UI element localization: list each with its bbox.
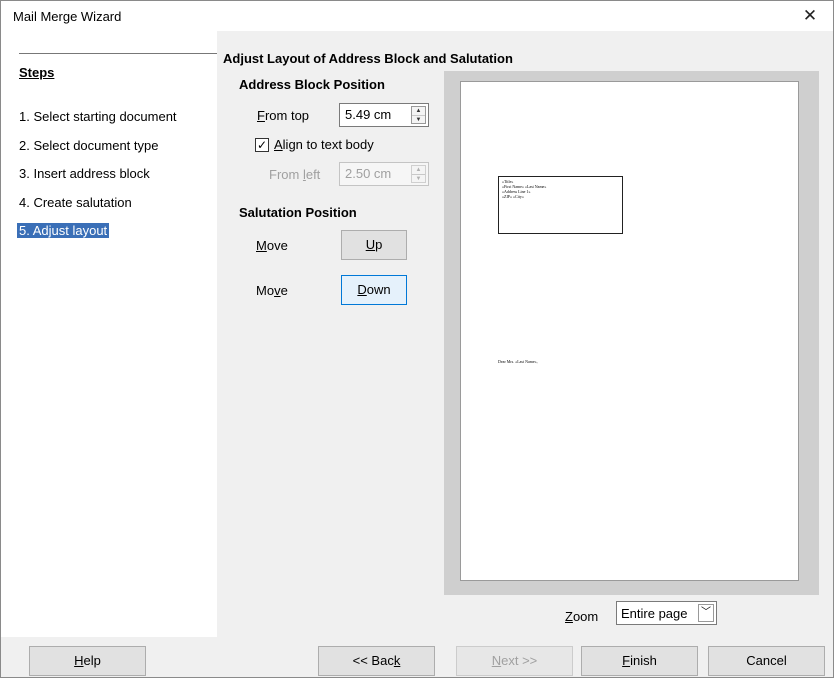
steps-title: Steps — [19, 65, 55, 80]
from-left-label: From left — [269, 167, 321, 182]
from-top-label: From top — [257, 108, 310, 123]
from-left-spinbox: 2.50 cm ▲ ▼ — [339, 162, 429, 186]
preview-salutation: Dear Mrs. «Last Name», — [498, 359, 538, 364]
step-create-salutation[interactable]: 4. Create salutation — [19, 195, 132, 210]
preview-address-line: «ZIP» «City» — [502, 194, 524, 199]
title-bar: Mail Merge Wizard ✕ — [1, 1, 833, 31]
mail-merge-wizard-dialog: Mail Merge Wizard ✕ Steps 1. Select star… — [0, 0, 834, 678]
from-top-value: 5.49 cm — [345, 107, 392, 122]
zoom-label: Zoom — [565, 609, 599, 624]
next-button: Next >> — [456, 646, 573, 676]
finish-button[interactable]: Finish — [581, 646, 698, 676]
preview-address-block[interactable]: «Title» «First Name» «Last Name» «Addres… — [498, 176, 623, 234]
steps-panel: Steps 1. Select starting document 2. Sel… — [1, 31, 217, 637]
salutation-position-heading: Salutation Position — [239, 205, 357, 220]
spin-up-icon[interactable]: ▲ — [412, 107, 425, 115]
back-button[interactable]: << Back — [318, 646, 435, 676]
step-adjust-layout[interactable]: 5. Adjust layout — [17, 223, 110, 238]
from-top-spin-buttons: ▲ ▼ — [411, 106, 426, 124]
from-left-spin-buttons: ▲ ▼ — [411, 165, 426, 183]
step-select-starting-document[interactable]: 1. Select starting document — [19, 109, 177, 124]
page-title: Adjust Layout of Address Block and Salut… — [223, 51, 513, 66]
zoom-value: Entire page — [621, 606, 688, 621]
from-left-value: 2.50 cm — [345, 166, 392, 181]
address-block-position-heading: Address Block Position — [239, 77, 385, 92]
layout-preview: «Title» «First Name» «Last Name» «Addres… — [444, 71, 819, 595]
spin-down-icon[interactable]: ▼ — [412, 115, 425, 123]
move-up-button[interactable]: Up — [341, 230, 407, 260]
align-to-text-body-label: Align to text body — [274, 137, 374, 152]
move-down-label: Move — [256, 283, 288, 298]
zoom-dropdown[interactable]: Entire page ﹀ — [616, 601, 717, 625]
spin-up-icon: ▲ — [415, 167, 422, 173]
steps-divider — [19, 53, 217, 54]
step-insert-address-block[interactable]: 3. Insert address block — [19, 166, 150, 181]
align-to-text-body-checkbox[interactable]: ✓ — [255, 138, 269, 152]
spin-down-icon: ▼ — [412, 174, 425, 182]
move-up-label: Move — [256, 238, 288, 253]
chevron-down-icon[interactable]: ﹀ — [698, 604, 714, 622]
move-down-button[interactable]: Down — [341, 275, 407, 305]
close-icon[interactable]: ✕ — [787, 1, 833, 31]
help-button[interactable]: Help — [29, 646, 146, 676]
step-select-document-type[interactable]: 2. Select document type — [19, 138, 158, 153]
cancel-button[interactable]: Cancel — [708, 646, 825, 676]
window-title: Mail Merge Wizard — [13, 9, 122, 24]
preview-page: «Title» «First Name» «Last Name» «Addres… — [460, 81, 799, 581]
from-top-spinbox[interactable]: 5.49 cm ▲ ▼ — [339, 103, 429, 127]
